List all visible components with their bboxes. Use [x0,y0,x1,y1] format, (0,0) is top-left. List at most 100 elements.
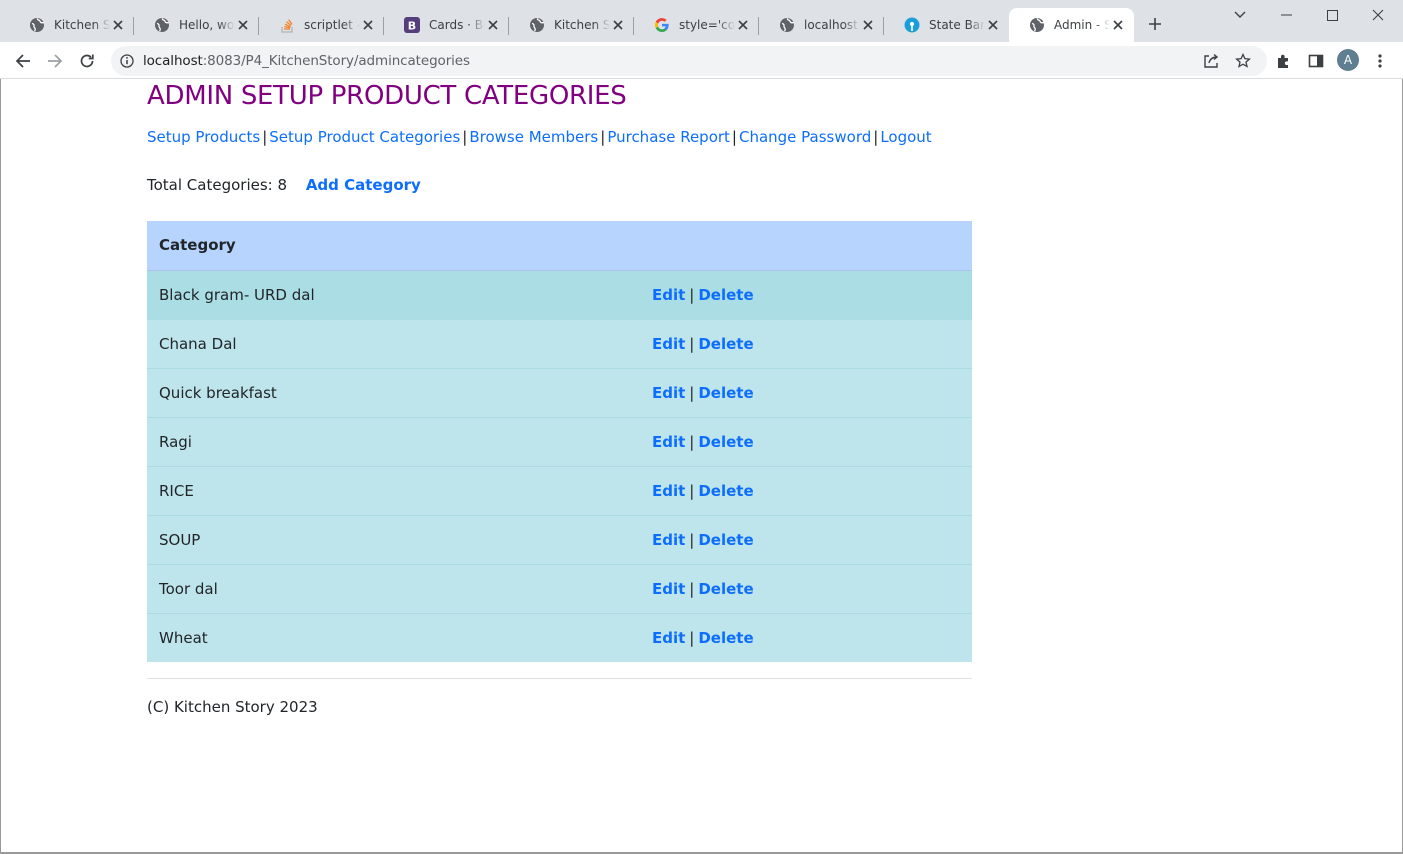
row-actions: Edit | Delete [640,416,972,466]
tab-active[interactable]: Admin - Setup [1009,8,1134,42]
delete-link[interactable]: Delete [698,580,753,598]
tab[interactable]: style='color [634,8,759,42]
row-actions: Edit | Delete [640,612,972,662]
tab[interactable]: State Bank [884,8,1009,42]
svg-text:B: B [408,20,416,33]
globe-icon [529,17,545,33]
tab-close-icon[interactable] [110,17,126,33]
edit-link[interactable]: Edit [652,482,685,500]
table-row: Chana Dal Edit | Delete [147,318,972,368]
delete-link[interactable]: Delete [698,531,753,549]
share-icon[interactable] [1203,53,1219,69]
delete-link[interactable]: Delete [698,433,753,451]
delete-link[interactable]: Delete [698,286,753,304]
address-url: localhost:8083/P4_KitchenStory/admincate… [143,53,470,69]
delete-link[interactable]: Delete [698,384,753,402]
stackoverflow-icon [279,17,295,33]
tab[interactable]: localhost [759,8,884,42]
tab-title: State Bank [929,18,985,32]
profile-avatar[interactable]: A [1337,49,1359,71]
row-actions: Edit | Delete [640,318,972,368]
globe-icon [29,17,45,33]
nav-link-browse-members[interactable]: Browse Members [469,128,598,146]
side-panel-button[interactable] [1303,48,1329,74]
tab-title: Kitchen Story [54,18,110,32]
row-actions: Edit | Delete [640,465,972,515]
nav-link-purchase-report[interactable]: Purchase Report [607,128,730,146]
delete-link[interactable]: Delete [698,629,753,647]
category-name: Chana Dal [147,318,640,368]
table-row: RICE Edit | Delete [147,465,972,515]
minimize-button[interactable] [1263,0,1309,30]
table-row: SOUP Edit | Delete [147,514,972,564]
nav-link-setup-products[interactable]: Setup Products [147,128,260,146]
tab[interactable]: B Cards · Bootstrap [384,8,509,42]
tab-close-icon[interactable] [735,17,751,33]
nav-link-setup-product-categories[interactable]: Setup Product Categories [269,128,460,146]
edit-link[interactable]: Edit [652,286,685,304]
chevron-down-icon [1234,11,1246,18]
window-close-button[interactable] [1355,0,1401,30]
tab-close-icon[interactable] [360,17,376,33]
tab-close-icon[interactable] [610,17,626,33]
tab-title: style='color [679,18,735,32]
globe-icon [154,17,170,33]
edit-link[interactable]: Edit [652,384,685,402]
delete-link[interactable]: Delete [698,482,753,500]
category-name: Ragi [147,416,640,466]
extensions-button[interactable] [1271,48,1297,74]
add-category-link[interactable]: Add Category [306,176,421,194]
reload-button[interactable] [74,48,100,74]
close-icon [1372,9,1384,21]
edit-link[interactable]: Edit [652,433,685,451]
action-separator: | [689,432,695,451]
side-panel-icon [1308,54,1324,68]
edit-link[interactable]: Edit [652,629,685,647]
tab-close-icon[interactable] [1110,17,1126,33]
star-icon[interactable] [1235,53,1251,69]
info-icon [120,54,134,68]
arrow-right-icon [48,54,63,68]
address-bar[interactable]: localhost:8083/P4_KitchenStory/admincate… [111,46,1267,76]
action-separator: | [689,579,695,598]
tab-close-icon[interactable] [485,17,501,33]
edit-link[interactable]: Edit [652,531,685,549]
edit-link[interactable]: Edit [652,335,685,353]
nav-link-logout[interactable]: Logout [880,128,931,146]
table-row: Quick breakfast Edit | Delete [147,367,972,417]
nav-link-change-password[interactable]: Change Password [739,128,871,146]
table-row: Ragi Edit | Delete [147,416,972,466]
new-tab-button[interactable] [1144,13,1166,35]
tab[interactable]: scriptlet - How [259,8,384,42]
tab[interactable]: Kitchen Story [9,8,134,42]
delete-link[interactable]: Delete [698,335,753,353]
table-row: Toor dal Edit | Delete [147,563,972,613]
tab[interactable]: Kitchen Story [509,8,634,42]
row-actions: Edit | Delete [640,563,972,613]
forward-button[interactable] [42,48,68,74]
category-name: Black gram- URD dal [147,269,640,319]
menu-button[interactable] [1367,48,1393,74]
maximize-button[interactable] [1309,0,1355,30]
edit-link[interactable]: Edit [652,580,685,598]
tab-title: Admin - Setup [1054,18,1110,32]
category-name: Toor dal [147,563,640,613]
nav-separator: | [873,128,879,146]
tab-close-icon[interactable] [985,17,1001,33]
tab-title: scriptlet - How [304,18,360,32]
action-separator: | [689,628,695,647]
tab-title: localhost [804,18,858,32]
back-button[interactable] [10,48,36,74]
tab-close-icon[interactable] [860,17,876,33]
action-separator: | [689,530,695,549]
table-row: Black gram- URD dal Edit | Delete [147,269,972,319]
tab-search-button[interactable] [1217,0,1263,30]
row-actions: Edit | Delete [640,514,972,564]
tab[interactable]: Hello, world! [134,8,259,42]
minimize-icon [1280,14,1292,16]
reload-icon [80,54,94,68]
globe-icon [1029,17,1045,33]
categories-table: Category Black gram- URD dal Edit | Delete C… [147,221,972,662]
puzzle-icon [1278,54,1288,68]
tab-close-icon[interactable] [235,17,251,33]
